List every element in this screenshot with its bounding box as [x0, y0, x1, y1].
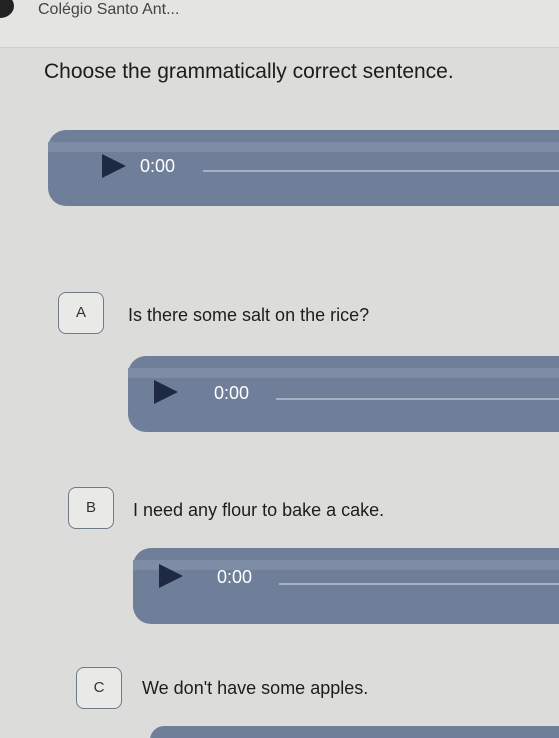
option-a-text[interactable]: Is there some salt on the rice? — [128, 305, 369, 326]
play-icon[interactable] — [159, 564, 183, 588]
audio-progress-track[interactable] — [276, 398, 559, 400]
app-title: Colégio Santo Ant... — [38, 1, 180, 18]
play-icon[interactable] — [102, 154, 126, 178]
option-b-letter[interactable]: B — [68, 487, 114, 529]
player-highlight — [128, 368, 559, 378]
option-c-audio-player[interactable] — [150, 726, 559, 738]
school-logo-icon — [0, 0, 14, 18]
option-b-audio-player[interactable]: 0:00 — [133, 548, 559, 624]
play-icon[interactable] — [154, 380, 178, 404]
audio-time: 0:00 — [217, 567, 253, 587]
question-audio-player[interactable]: 0:00 — [48, 130, 559, 206]
option-c-text[interactable]: We don't have some apples. — [142, 678, 368, 699]
audio-time: 0:00 — [140, 156, 176, 176]
app-header: Colégio Santo Ant... — [0, 0, 559, 48]
option-c-letter[interactable]: C — [76, 667, 122, 709]
option-a-audio-player[interactable]: 0:00 — [128, 356, 559, 432]
player-highlight — [133, 560, 559, 570]
option-a-letter[interactable]: A — [58, 292, 104, 334]
audio-time: 0:00 — [214, 383, 250, 403]
audio-progress-track[interactable] — [203, 170, 559, 172]
player-highlight — [48, 142, 559, 152]
question-text: Choose the grammatically correct sentenc… — [44, 60, 454, 83]
audio-progress-track[interactable] — [279, 583, 559, 585]
option-b-text[interactable]: I need any flour to bake a cake. — [133, 500, 384, 521]
